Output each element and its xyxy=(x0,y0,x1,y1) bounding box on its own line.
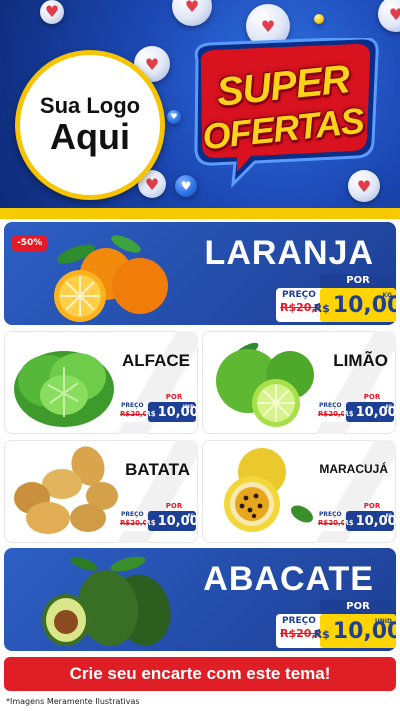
product-card-abacate[interactable]: ABACATE POR PREÇO R$20,00 R$ 10,00 UNID xyxy=(4,548,396,651)
super-ofertas-badge: SUPER OFERTAS xyxy=(183,38,383,188)
discount-badge: -50% xyxy=(12,235,48,251)
like-bubble-icon: ♥ xyxy=(167,110,181,124)
current-price: R$ 10,00 KG xyxy=(314,288,396,322)
price-label-por: POR xyxy=(320,274,396,288)
logo-placeholder: Sua Logo Aqui xyxy=(15,50,165,200)
lime-icon xyxy=(216,342,314,427)
flyer: ♥ ♥ ♥ ♥ ♥ ♥ ♥ ♥ ♥ ♥ Sua Logo Aqui SUPER … xyxy=(0,0,400,711)
product-name: LIMÃO xyxy=(333,351,388,370)
currency-symbol: R$ xyxy=(145,409,156,418)
currency-symbol: R$ xyxy=(343,518,354,527)
price-label-preco: PREÇO xyxy=(121,511,144,518)
product-card-limao[interactable]: LIMÃO POR PREÇO R$20,00 R$ 10,00 KG xyxy=(202,331,396,434)
price-tag: POR PREÇO R$20,00 R$ 10,00 KG xyxy=(276,274,396,325)
lettuce-icon xyxy=(14,351,114,427)
price-label-preco: PREÇO xyxy=(121,402,144,409)
price-tag: POR PREÇO R$20,00 R$ 10,00 KG xyxy=(316,501,396,535)
price-label-preco: PREÇO xyxy=(282,616,316,626)
product-name: LARANJA xyxy=(204,234,374,272)
current-price: R$ 10,00 UNID xyxy=(314,614,396,648)
currency-symbol: R$ xyxy=(313,627,330,641)
product-card-alface[interactable]: ALFACE POR PREÇO R$20,00 R$ 10,00 UNID xyxy=(4,331,198,434)
product-card-maracuja[interactable]: MARACUJÁ POR PREÇO R$20,00 R$ 10,00 KG xyxy=(202,440,396,543)
logo-text-line1: Sua Logo xyxy=(39,93,141,118)
current-price: R$ 10,00 UNID xyxy=(145,402,198,422)
passion-fruit-icon xyxy=(224,448,313,532)
heart-bubble-icon: ♥ xyxy=(378,0,400,32)
price-unit: UNID xyxy=(374,618,392,625)
heart-bubble-icon: ♥ xyxy=(40,0,64,24)
price-tag: POR PREÇO R$20,00 R$ 10,00 KG xyxy=(316,392,396,426)
price-label-por: POR xyxy=(165,502,183,510)
emoji-bubble-icon xyxy=(314,14,324,24)
current-price: R$ 10,00 KG xyxy=(145,511,198,531)
price-label-por: POR xyxy=(363,393,381,401)
price-tag: POR PREÇO R$20,00 R$ 10,00 UNID xyxy=(276,600,396,651)
heart-bubble-icon: ♥ xyxy=(172,0,212,26)
price-label-por: POR xyxy=(320,600,396,614)
price-label-preco: PREÇO xyxy=(319,402,342,409)
currency-symbol: R$ xyxy=(313,301,330,315)
current-price: R$ 10,00 KG xyxy=(343,511,396,531)
avocado-icon xyxy=(42,556,171,646)
product-card-laranja[interactable]: -50% LARANJA POR PREÇO R$20,00 R$ 10,00 … xyxy=(4,222,396,325)
disclaimer-text: *Imagens Meramente Ilustrativas xyxy=(6,697,140,706)
product-card-batata[interactable]: BATATA POR PREÇO R$20,00 R$ 10,00 KG xyxy=(4,440,198,543)
header-banner: ♥ ♥ ♥ ♥ ♥ ♥ ♥ ♥ ♥ ♥ Sua Logo Aqui SUPER … xyxy=(0,0,400,212)
price-tag: POR PREÇO R$20,00 R$ 10,00 KG xyxy=(118,501,198,535)
currency-symbol: R$ xyxy=(343,409,354,418)
price-unit: KG xyxy=(382,292,392,299)
price-unit: KG xyxy=(187,513,194,518)
product-name: MARACUJÁ xyxy=(319,462,388,476)
price-label-preco: PREÇO xyxy=(282,290,316,300)
potato-icon xyxy=(14,446,118,534)
price-unit: KG xyxy=(385,513,392,518)
price-unit: UNID xyxy=(182,404,194,409)
product-name: BATATA xyxy=(125,460,190,479)
price-label-preco: PREÇO xyxy=(319,511,342,518)
product-name: ABACATE xyxy=(203,560,374,598)
currency-symbol: R$ xyxy=(145,518,156,527)
create-flyer-cta-button[interactable]: Crie seu encarte com este tema! xyxy=(4,657,396,691)
price-tag: POR PREÇO R$20,00 R$ 10,00 UNID xyxy=(118,392,198,426)
orange-icon xyxy=(54,235,168,322)
product-name: ALFACE xyxy=(122,351,190,370)
price-label-por: POR xyxy=(165,393,183,401)
price-label-por: POR xyxy=(363,502,381,510)
logo-text-line2: Aqui xyxy=(50,116,130,158)
price-unit: KG xyxy=(385,404,392,409)
current-price: R$ 10,00 KG xyxy=(343,402,396,422)
